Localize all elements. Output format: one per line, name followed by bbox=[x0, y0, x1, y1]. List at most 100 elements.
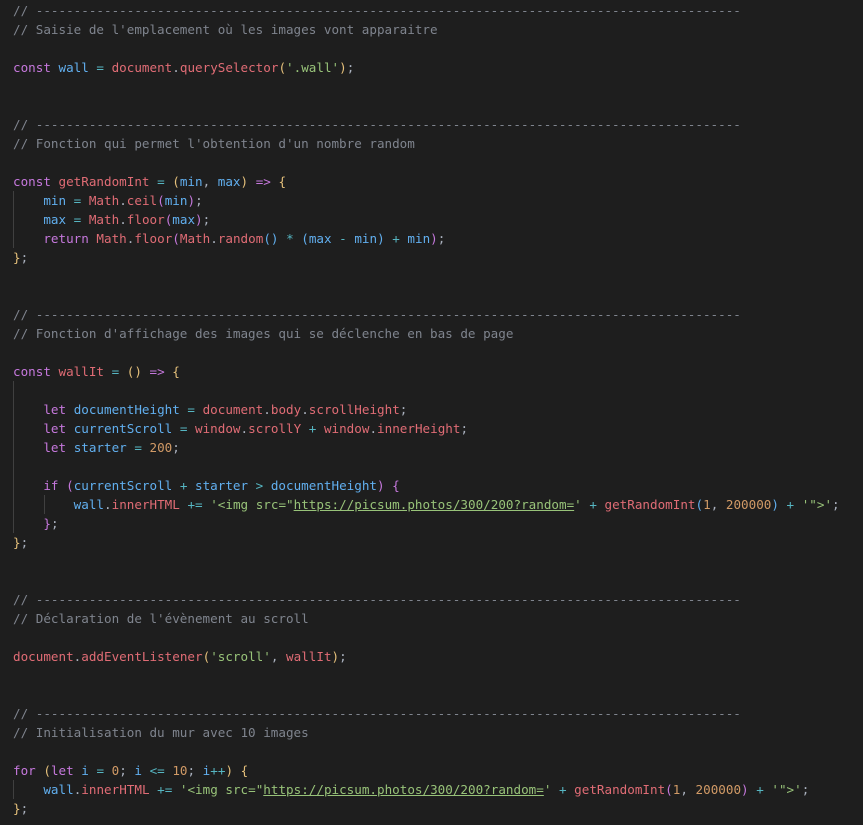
code-token: const bbox=[13, 174, 59, 189]
code-line[interactable]: // Fonction d'affichage des images qui s… bbox=[0, 324, 863, 343]
code-line[interactable]: // Saisie de l'emplacement où les images… bbox=[0, 20, 863, 39]
code-token: getRandomInt bbox=[604, 497, 696, 512]
code-token: i bbox=[134, 763, 142, 778]
code-token: '.wall' bbox=[286, 60, 340, 75]
code-line[interactable] bbox=[0, 77, 863, 96]
code-token: scrollY bbox=[248, 421, 302, 436]
code-editor[interactable]: // -------------------------------------… bbox=[0, 0, 863, 825]
code-token: + bbox=[581, 497, 605, 512]
code-line[interactable]: // -------------------------------------… bbox=[0, 115, 863, 134]
code-token: // Saisie de l'emplacement où les images… bbox=[13, 22, 438, 37]
code-token: innerHTML bbox=[81, 782, 150, 797]
code-line[interactable]: max = Math.floor(max); bbox=[0, 210, 863, 229]
code-line[interactable]: if (currentScroll + starter > documentHe… bbox=[0, 476, 863, 495]
code-token: Math bbox=[88, 193, 120, 208]
code-token: wallIt bbox=[58, 364, 105, 379]
code-line[interactable]: // -------------------------------------… bbox=[0, 305, 863, 324]
code-line[interactable]: const wall = document.querySelector('.wa… bbox=[0, 58, 863, 77]
code-token: ; bbox=[437, 231, 446, 246]
code-token: Math bbox=[88, 212, 120, 227]
code-token: const bbox=[13, 364, 59, 379]
code-token: '">' bbox=[801, 497, 833, 512]
code-token: ; bbox=[339, 649, 347, 664]
code-line[interactable] bbox=[0, 267, 863, 286]
code-line[interactable] bbox=[0, 552, 863, 571]
code-token: ) bbox=[771, 497, 779, 512]
code-token: ) bbox=[331, 649, 340, 664]
code-line[interactable] bbox=[0, 685, 863, 704]
code-line[interactable] bbox=[0, 153, 863, 172]
indent-guide bbox=[13, 210, 14, 229]
code-token: { bbox=[233, 763, 249, 778]
code-token: min bbox=[179, 174, 203, 189]
code-line[interactable]: let currentScroll = window.scrollY + win… bbox=[0, 419, 863, 438]
code-line[interactable] bbox=[0, 666, 863, 685]
code-token: getRandomInt bbox=[58, 174, 150, 189]
code-token: ; bbox=[20, 250, 29, 265]
code-token: = bbox=[104, 364, 127, 379]
code-line[interactable]: let starter = 200; bbox=[0, 438, 863, 457]
code-line[interactable]: // -------------------------------------… bbox=[0, 1, 863, 20]
code-line[interactable]: return Math.floor(Math.random() * (max -… bbox=[0, 229, 863, 248]
code-line[interactable] bbox=[0, 286, 863, 305]
code-line[interactable]: // Initialisation du mur avec 10 images bbox=[0, 723, 863, 742]
code-line[interactable]: }; bbox=[0, 533, 863, 552]
code-line[interactable]: min = Math.ceil(min); bbox=[0, 191, 863, 210]
code-token: wall bbox=[43, 782, 74, 797]
code-line[interactable]: const wallIt = () => { bbox=[0, 362, 863, 381]
code-token: ; bbox=[20, 535, 29, 550]
code-line[interactable] bbox=[0, 571, 863, 590]
code-token: ( bbox=[157, 193, 165, 208]
code-token: = bbox=[88, 763, 112, 778]
code-token: // -------------------------------------… bbox=[13, 592, 741, 607]
code-line[interactable]: wall.innerHTML += '<img src="https://pic… bbox=[0, 780, 863, 799]
code-token: ; bbox=[50, 516, 59, 531]
code-token: innerHTML bbox=[111, 497, 180, 512]
code-line[interactable]: const getRandomInt = (min, max) => { bbox=[0, 172, 863, 191]
indent-guide bbox=[13, 495, 14, 514]
code-line[interactable] bbox=[0, 96, 863, 115]
code-token: // Déclaration de l'évènement au scroll bbox=[13, 611, 309, 626]
code-line[interactable]: wall.innerHTML += '<img src="https://pic… bbox=[0, 495, 863, 514]
code-line[interactable] bbox=[0, 39, 863, 58]
code-line[interactable]: document.addEventListener('scroll', wall… bbox=[0, 647, 863, 666]
code-token: min bbox=[164, 193, 188, 208]
code-token: , bbox=[202, 174, 218, 189]
code-line[interactable] bbox=[0, 742, 863, 761]
code-token: ) bbox=[377, 231, 385, 246]
code-token: let bbox=[43, 440, 74, 455]
code-token: ) bbox=[377, 478, 385, 493]
code-line[interactable]: }; bbox=[0, 248, 863, 267]
code-line[interactable]: // Fonction qui permet l'obtention d'un … bbox=[0, 134, 863, 153]
code-line[interactable]: // Déclaration de l'évènement au scroll bbox=[0, 609, 863, 628]
code-line[interactable]: // -------------------------------------… bbox=[0, 590, 863, 609]
code-token: - bbox=[331, 231, 355, 246]
code-token: } bbox=[43, 516, 51, 531]
code-token: { bbox=[278, 174, 287, 189]
code-token: '<img src=" bbox=[210, 497, 294, 512]
code-line[interactable]: }; bbox=[0, 514, 863, 533]
code-token: 1 bbox=[703, 497, 711, 512]
code-token: ' bbox=[574, 497, 582, 512]
code-token: ( bbox=[172, 231, 180, 246]
code-token: ; bbox=[119, 763, 135, 778]
code-token: ) bbox=[195, 212, 203, 227]
code-line[interactable] bbox=[0, 343, 863, 362]
code-line[interactable] bbox=[0, 457, 863, 476]
code-token: ; bbox=[187, 763, 203, 778]
code-line[interactable]: // -------------------------------------… bbox=[0, 704, 863, 723]
code-line[interactable]: for (let i = 0; i <= 10; i++) { bbox=[0, 761, 863, 780]
code-token: . bbox=[263, 402, 271, 417]
code-line[interactable] bbox=[0, 628, 863, 647]
code-token: += bbox=[179, 497, 211, 512]
code-line[interactable] bbox=[0, 381, 863, 400]
code-token: . bbox=[240, 421, 249, 436]
code-line[interactable]: }; bbox=[0, 799, 863, 818]
code-token: * bbox=[278, 231, 302, 246]
code-line[interactable]: let documentHeight = document.body.scrol… bbox=[0, 400, 863, 419]
code-token: } bbox=[13, 535, 21, 550]
